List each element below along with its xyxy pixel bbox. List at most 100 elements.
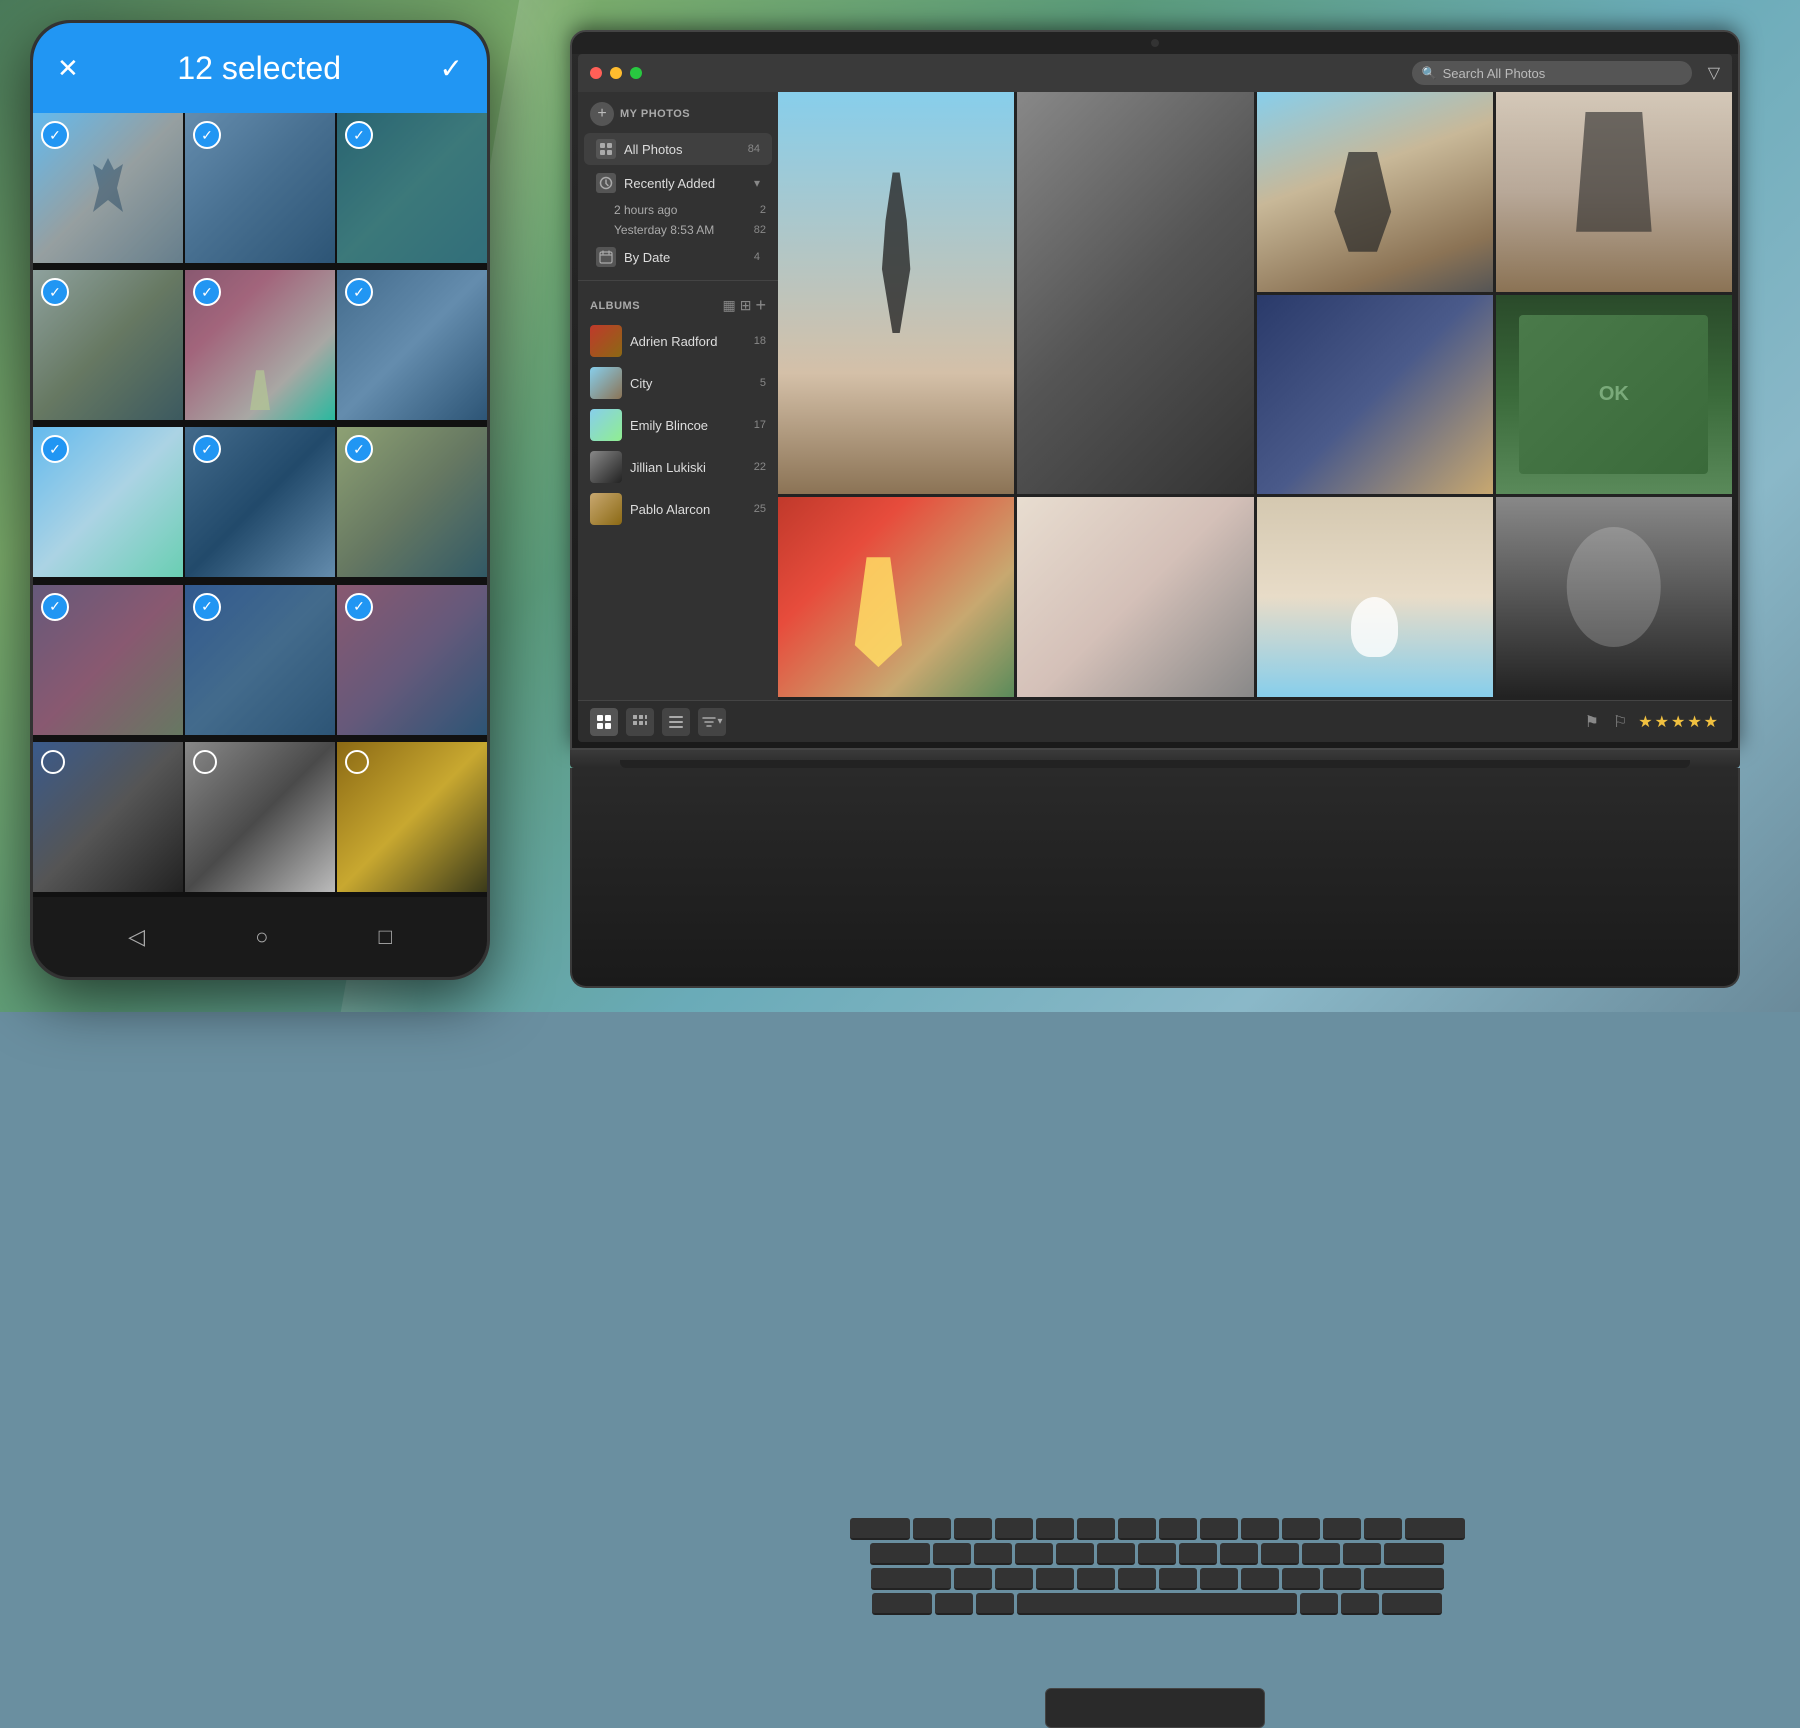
- grid-photo-2[interactable]: [1496, 92, 1732, 292]
- recently-added-toggle[interactable]: ▾: [754, 176, 760, 190]
- phone-photo-item[interactable]: ✓: [337, 585, 487, 735]
- home-nav-button[interactable]: ○: [255, 924, 268, 950]
- key-quote: [1343, 1543, 1381, 1565]
- album-count-adrien-radford: 18: [754, 335, 766, 347]
- flag-button[interactable]: ⚑: [1585, 712, 1599, 732]
- key-y: [1118, 1518, 1156, 1540]
- laptop-screen-body: 🔍 Search All Photos ▽ + MY PHOTOS: [570, 30, 1740, 750]
- phone-photo-item[interactable]: ✓: [337, 427, 487, 577]
- phone-photo-item[interactable]: ✓: [33, 113, 183, 263]
- grid-photo-1[interactable]: [1257, 92, 1493, 292]
- key-e: [995, 1518, 1033, 1540]
- phone-photo-item[interactable]: [337, 742, 487, 892]
- grid-photo-right[interactable]: [1017, 92, 1253, 494]
- albums-list-view-button[interactable]: ▦: [723, 297, 736, 314]
- key-z: [954, 1568, 992, 1590]
- photo-checkbox[interactable]: ✓: [41, 121, 69, 149]
- close-button[interactable]: ✕: [57, 53, 79, 84]
- phone-photo-item[interactable]: ✓: [185, 270, 335, 420]
- grid-photo-5[interactable]: [778, 497, 1014, 697]
- bottom-toolbar: ▾ ⚑ ⚐ ★★★★★: [578, 700, 1732, 742]
- key-p: [1282, 1518, 1320, 1540]
- phone-photo-item[interactable]: ✓: [33, 270, 183, 420]
- search-bar[interactable]: 🔍 Search All Photos: [1412, 61, 1692, 85]
- key-enter: [1384, 1543, 1444, 1565]
- laptop-camera-bar: [572, 32, 1738, 54]
- phone-photo-item[interactable]: ✓: [337, 270, 487, 420]
- yesterday-label: Yesterday 8:53 AM: [614, 223, 746, 237]
- album-item-city[interactable]: City 5: [578, 362, 778, 404]
- grid-view-button[interactable]: [590, 708, 618, 736]
- laptop-trackpad[interactable]: [1045, 1688, 1265, 1728]
- grid-photo-7[interactable]: [1257, 497, 1493, 697]
- key-u: [1159, 1518, 1197, 1540]
- grid-photo-8[interactable]: [1496, 497, 1732, 697]
- album-item-emily-blincoe[interactable]: Emily Blincoe 17: [578, 404, 778, 446]
- photo-checkbox[interactable]: ✓: [41, 278, 69, 306]
- album-thumb-city: [590, 367, 622, 399]
- compact-view-button[interactable]: [626, 708, 654, 736]
- album-thumb-emily-blincoe: [590, 409, 622, 441]
- grid-photo-4[interactable]: OK: [1496, 295, 1732, 495]
- photo-checkbox[interactable]: ✓: [345, 278, 373, 306]
- selection-count-label: 12 selected: [79, 50, 440, 87]
- album-item-adrien-radford[interactable]: Adrien Radford 18: [578, 320, 778, 362]
- key-o: [1241, 1518, 1279, 1540]
- confirm-button[interactable]: ✓: [440, 52, 463, 85]
- photo-checkbox[interactable]: ✓: [193, 593, 221, 621]
- phone-photo-item[interactable]: ✓: [185, 113, 335, 263]
- grid-photo-6[interactable]: [1017, 497, 1253, 697]
- phone-photo-item[interactable]: ✓: [185, 427, 335, 577]
- sidebar-item-all-photos[interactable]: All Photos 84: [584, 133, 772, 165]
- album-item-pablo-alarcon[interactable]: Pablo Alarcon 25: [578, 488, 778, 530]
- flag2-button[interactable]: ⚐: [1613, 712, 1627, 732]
- key-a: [933, 1543, 971, 1565]
- maximize-traffic-light[interactable]: [630, 67, 642, 79]
- star-rating[interactable]: ★★★★★: [1638, 712, 1720, 732]
- key-i: [1200, 1518, 1238, 1540]
- albums-label: ALBUMS: [590, 300, 723, 312]
- phone-photo-item[interactable]: [33, 742, 183, 892]
- recents-nav-button[interactable]: □: [379, 924, 392, 950]
- laptop-keyboard-deck: [570, 768, 1740, 988]
- key-cmd-r: [1300, 1593, 1338, 1615]
- photo-checkbox[interactable]: ✓: [193, 121, 221, 149]
- photo-checkbox[interactable]: ✓: [345, 121, 373, 149]
- sidebar-subitem-yesterday[interactable]: Yesterday 8:53 AM 82: [578, 220, 778, 240]
- minimize-traffic-light[interactable]: [610, 67, 622, 79]
- phone-photo-grid[interactable]: ✓ ✓ ✓ ✓: [33, 113, 487, 897]
- my-photos-section-header: + MY PHOTOS: [578, 92, 778, 132]
- key-bracket-r: [1364, 1518, 1402, 1540]
- phone-photo-item[interactable]: ✓: [33, 427, 183, 577]
- sidebar-subitem-2hours[interactable]: 2 hours ago 2: [578, 200, 778, 220]
- laptop-hinge: [620, 760, 1690, 768]
- sort-button[interactable]: ▾: [698, 708, 726, 736]
- key-x: [995, 1568, 1033, 1590]
- photo-checkbox[interactable]: ✓: [41, 593, 69, 621]
- search-icon: 🔍: [1422, 66, 1437, 80]
- photo-checkbox[interactable]: ✓: [345, 593, 373, 621]
- list-view-button[interactable]: [662, 708, 690, 736]
- phone-photo-item[interactable]: ✓: [33, 585, 183, 735]
- add-album-button[interactable]: +: [755, 295, 766, 316]
- phone-photo-item[interactable]: ✓: [337, 113, 487, 263]
- phone-photo-item[interactable]: [185, 742, 335, 892]
- 2hours-count: 2: [760, 204, 766, 216]
- albums-grid-view-button[interactable]: ⊞: [740, 297, 752, 314]
- grid-photo-3[interactable]: [1257, 295, 1493, 495]
- back-nav-button[interactable]: ◁: [128, 924, 145, 950]
- key-ctrl: [872, 1593, 932, 1615]
- filter-button[interactable]: ▽: [1708, 63, 1720, 83]
- key-w: [954, 1518, 992, 1540]
- sidebar-item-recently-added[interactable]: Recently Added ▾: [584, 167, 772, 199]
- close-traffic-light[interactable]: [590, 67, 602, 79]
- add-photos-button[interactable]: +: [590, 102, 614, 126]
- grid-photo-wide[interactable]: [778, 92, 1014, 494]
- sidebar-item-by-date[interactable]: By Date 4: [584, 241, 772, 273]
- all-photos-count: 84: [748, 143, 760, 155]
- sidebar-divider: [578, 280, 778, 281]
- photo-checkbox[interactable]: ✓: [193, 278, 221, 306]
- album-item-jillian-lukiski[interactable]: Jillian Lukiski 22: [578, 446, 778, 488]
- key-j: [1179, 1543, 1217, 1565]
- phone-photo-item[interactable]: ✓: [185, 585, 335, 735]
